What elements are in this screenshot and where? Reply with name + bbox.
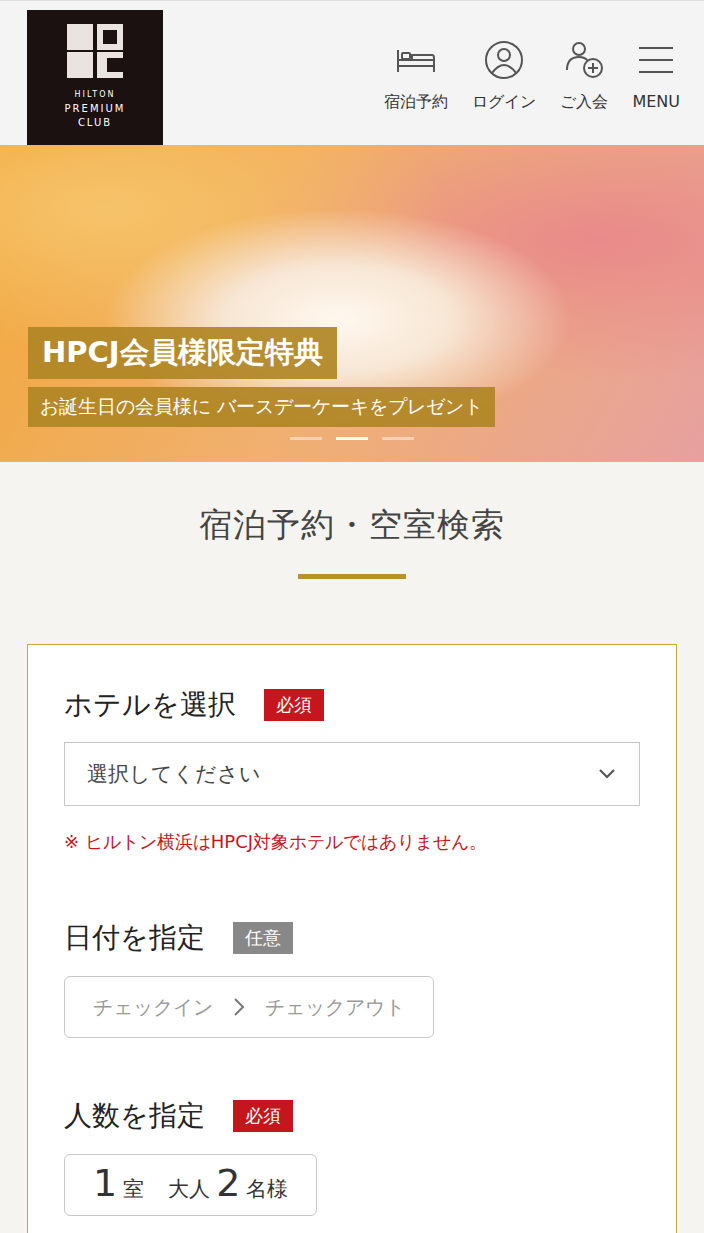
user-circle-icon <box>483 40 525 80</box>
chevron-down-icon <box>597 768 617 780</box>
banner-subtitle: お誕生日の会員様に バースデーケーキをプレゼント <box>28 387 495 427</box>
banner-title: HPCJ会員様限定特典 <box>28 327 337 379</box>
nav-label: 宿泊予約 <box>384 92 448 113</box>
hotel-select[interactable]: 選択してください <box>64 742 640 806</box>
banner-captions: HPCJ会員様限定特典 お誕生日の会員様に バースデーケーキをプレゼント <box>28 327 495 427</box>
nav-label: ご入会 <box>560 92 608 113</box>
nav-item[interactable]: 宿泊予約 <box>384 40 448 145</box>
nav-item[interactable]: MENU <box>632 40 680 145</box>
checkin-placeholder: チェックイン <box>93 994 213 1021</box>
nav-item[interactable]: ご入会 <box>560 40 608 145</box>
bed-icon <box>395 40 437 80</box>
nav-label: ログイン <box>472 92 536 113</box>
badge: 任意 <box>233 922 293 954</box>
guests-field[interactable]: 1 室 大人 2 名様 <box>64 1154 317 1216</box>
carousel-dot[interactable] <box>290 437 322 440</box>
field-label: 日付を指定 任意 <box>64 918 640 958</box>
carousel-dot[interactable] <box>382 437 414 440</box>
field-label: ホテルを選択 必須 <box>64 685 640 725</box>
logo[interactable]: HILTONPREMIUMCLUB <box>27 10 163 145</box>
search-form: ホテルを選択 必須 選択してください ※ ヒルトン横浜はHPCJ対象ホテルではあ… <box>27 644 677 1233</box>
hotel-note: ※ ヒルトン横浜はHPCJ対象ホテルではありません。 <box>64 828 640 856</box>
badge: 必須 <box>233 1100 293 1132</box>
logo-text: HILTON <box>75 88 116 102</box>
checkout-placeholder: チェックアウト <box>265 994 405 1021</box>
logo-icon <box>65 22 125 80</box>
carousel-dot[interactable] <box>336 437 368 440</box>
field-label: 人数を指定 必須 <box>64 1096 640 1136</box>
banner[interactable]: HPCJ会員様限定特典 お誕生日の会員様に バースデーケーキをプレゼント <box>0 145 704 462</box>
section-title: 宿泊予約・空室検索 <box>199 502 505 548</box>
search-section: 宿泊予約・空室検索 ホテルを選択 必須 選択してください ※ ヒルトン横浜はHP… <box>0 462 704 1233</box>
hamburger-icon <box>635 40 677 80</box>
page: HILTONPREMIUMCLUB 宿泊予約 ログイン ご入会 MENU HPC… <box>0 0 704 1233</box>
header: HILTONPREMIUMCLUB 宿泊予約 ログイン ご入会 MENU <box>0 0 704 145</box>
nav-item[interactable]: ログイン <box>472 40 536 145</box>
logo-text: PREMIUM <box>65 102 126 116</box>
title-underline <box>298 574 406 579</box>
date-field[interactable]: チェックイン チェックアウト <box>64 976 434 1038</box>
nav-label: MENU <box>632 92 680 111</box>
carousel-dots <box>0 437 704 440</box>
user-plus-icon <box>563 40 605 80</box>
logo-text: CLUB <box>78 116 112 130</box>
chevron-right-icon <box>233 997 245 1017</box>
badge: 必須 <box>264 689 324 721</box>
nav: 宿泊予約 ログイン ご入会 MENU <box>384 10 680 145</box>
